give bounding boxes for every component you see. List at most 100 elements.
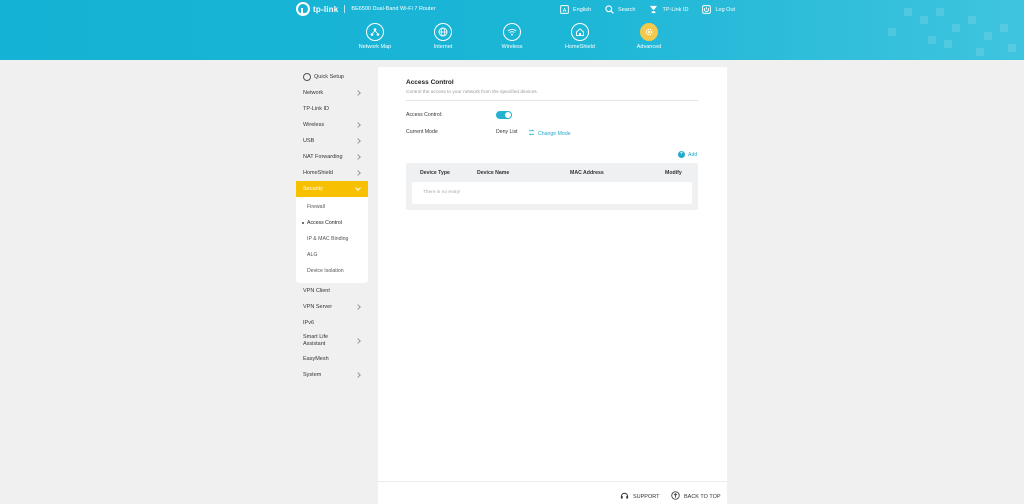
nav-internet[interactable]: Internet <box>413 23 473 50</box>
tplink-id-link[interactable]: TP-Link ID <box>649 5 688 14</box>
submenu-item-device-isolation[interactable]: Device Isolation <box>296 263 368 279</box>
access-control-toggle[interactable] <box>496 111 512 119</box>
sidebar-item-label: TP-Link ID <box>303 106 329 112</box>
logout-link[interactable]: Log Out <box>702 5 735 14</box>
plus-icon: + <box>678 151 685 158</box>
sidebar-item-homeshield[interactable]: HomeShield <box>296 165 368 181</box>
logo-divider <box>344 5 346 13</box>
sidebar-item-security[interactable]: Security <box>296 181 368 197</box>
network-map-icon <box>366 23 384 41</box>
sidebar-item-vpn-server[interactable]: VPN Server <box>296 299 368 315</box>
access-control-label: Access Control: <box>406 112 443 118</box>
title-divider <box>406 100 698 101</box>
page-title: Access Control <box>406 79 454 86</box>
sidebar-item-label: HomeShield <box>303 170 333 176</box>
top-links: A English Search TP-Link ID Log Out <box>560 5 749 14</box>
column-header-modify: Modify <box>665 170 682 176</box>
gear-icon <box>640 23 658 41</box>
quick-setup-icon <box>303 73 311 81</box>
submenu-item-access-control[interactable]: Access Control <box>296 215 368 231</box>
sidebar-item-label: System <box>303 372 322 378</box>
language-label: English <box>573 6 592 13</box>
submenu-item-firewall[interactable]: Firewall <box>296 199 368 215</box>
support-label: SUPPORT <box>633 493 660 500</box>
search-link[interactable]: Search <box>605 5 635 14</box>
search-icon <box>605 5 614 14</box>
sidebar-item-smart-life-assistant[interactable]: Smart Life Assistant <box>296 331 368 351</box>
nav-label: Internet <box>433 44 453 50</box>
sidebar-item-label: VPN Server <box>303 304 333 310</box>
language-icon: A <box>560 5 569 14</box>
sidebar-item-quick-setup[interactable]: Quick Setup <box>296 69 368 85</box>
chevron-right-icon <box>355 122 361 128</box>
page-description: Control the access to your network from … <box>406 90 538 95</box>
sidebar-item-label: Network <box>303 90 324 96</box>
change-mode-link[interactable]: Change Mode <box>528 129 571 138</box>
chevron-right-icon <box>355 372 361 378</box>
table-body: There is no entry! <box>412 182 692 204</box>
access-control-table: Device Type Device Name MAC Address Modi… <box>406 163 698 210</box>
submenu-item-ip-mac-binding[interactable]: IP & MAC Binding <box>296 231 368 247</box>
tplink-id-icon <box>649 5 658 14</box>
nav-network-map[interactable]: Network Map <box>345 23 405 50</box>
sidebar-item-label: Quick Setup <box>314 74 344 80</box>
submenu-item-alg[interactable]: ALG <box>296 247 368 263</box>
sidebar-item-network[interactable]: Network <box>296 85 368 101</box>
sidebar-item-vpn-client[interactable]: VPN Client <box>296 283 368 299</box>
sidebar-item-easymesh[interactable]: EasyMesh <box>296 351 368 367</box>
sidebar-item-system[interactable]: System <box>296 367 368 383</box>
change-mode-label: Change Mode <box>538 130 571 137</box>
svg-text:A: A <box>563 8 567 14</box>
sidebar-item-wireless[interactable]: Wireless <box>296 117 368 133</box>
product-name: BE6500 Dual-Band Wi-Fi 7 Router <box>351 6 436 12</box>
tplink-logo-icon <box>296 2 310 16</box>
sidebar: Quick Setup Network TP-Link ID Wireless … <box>296 68 368 383</box>
column-header-mac-address: MAC Address <box>570 170 604 176</box>
security-submenu: Firewall Access Control IP & MAC Binding… <box>296 197 368 283</box>
headset-icon <box>620 491 629 502</box>
chevron-right-icon <box>355 338 361 344</box>
nav-label: Network Map <box>358 44 392 50</box>
column-header-device-name: Device Name <box>477 170 510 176</box>
logout-icon <box>702 5 712 14</box>
back-to-top-label: BACK TO TOP <box>684 493 721 500</box>
support-link[interactable]: SUPPORT <box>620 491 660 502</box>
sidebar-item-usb[interactable]: USB <box>296 133 368 149</box>
nav-label: Advanced <box>636 44 662 50</box>
tplink-id-label: TP-Link ID <box>662 6 689 13</box>
brand-name: tp-link <box>313 4 339 14</box>
top-header: tp-link BE6500 Dual-Band Wi-Fi 7 Router … <box>0 0 1024 60</box>
nav-advanced[interactable]: Advanced <box>619 23 679 50</box>
back-to-top-link[interactable]: BACK TO TOP <box>671 491 721 502</box>
tplink-logo[interactable]: tp-link BE6500 Dual-Band Wi-Fi 7 Router <box>296 2 435 16</box>
main-panel: Access Control Control the access to you… <box>378 67 727 504</box>
sidebar-item-tplink-id[interactable]: TP-Link ID <box>296 101 368 117</box>
footer: SUPPORT BACK TO TOP <box>378 481 727 504</box>
nav-homeshield[interactable]: HomeShield <box>550 23 610 50</box>
sidebar-item-nat-forwarding[interactable]: NAT Forwarding <box>296 149 368 165</box>
change-mode-icon <box>528 129 535 138</box>
add-label: Add <box>688 151 698 158</box>
sidebar-item-label: Security <box>303 186 323 192</box>
home-shield-icon <box>571 23 589 41</box>
sidebar-item-label: NAT Forwarding <box>303 154 343 160</box>
chevron-right-icon <box>355 170 361 176</box>
nav-wireless[interactable]: Wireless <box>482 23 542 50</box>
chevron-right-icon <box>355 154 361 160</box>
sidebar-item-ipv6[interactable]: IPv6 <box>296 315 368 331</box>
submenu-item-label: Device Isolation <box>307 268 344 274</box>
chevron-right-icon <box>355 90 361 96</box>
main-nav: Network Map Internet Wireless HomeShield… <box>0 23 1024 59</box>
chevron-down-icon <box>355 185 361 191</box>
add-button[interactable]: + Add <box>678 151 697 158</box>
globe-icon <box>434 23 452 41</box>
language-link[interactable]: A English <box>560 5 591 14</box>
sidebar-item-label: USB <box>303 138 315 144</box>
submenu-item-label: Access Control <box>307 220 342 226</box>
current-mode-label: Current Mode <box>406 129 438 135</box>
submenu-item-label: ALG <box>307 252 318 258</box>
sidebar-item-label: EasyMesh <box>303 356 329 362</box>
nav-label: Wireless <box>501 44 523 50</box>
nav-label: HomeShield <box>565 44 595 50</box>
column-header-device-type: Device Type <box>420 170 450 176</box>
